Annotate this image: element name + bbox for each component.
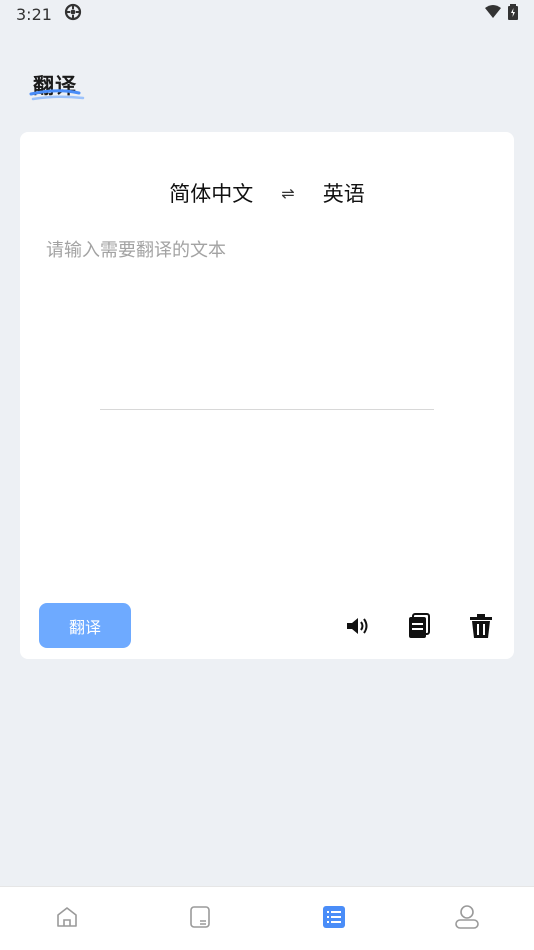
document-icon — [188, 905, 212, 933]
list-icon — [322, 905, 346, 933]
status-time: 3:21 — [16, 4, 52, 24]
bottom-tab-bar — [0, 886, 534, 950]
tab-document[interactable] — [170, 894, 230, 944]
tab-profile[interactable] — [437, 894, 497, 944]
settings-gear-icon — [64, 3, 82, 25]
tab-home[interactable] — [37, 894, 97, 944]
title-underline-decoration — [29, 89, 85, 101]
home-icon — [55, 905, 79, 933]
language-selector-row: 简体中文 ⇌ 英语 — [20, 176, 514, 210]
trash-icon[interactable] — [467, 612, 495, 640]
copy-icon[interactable] — [405, 612, 433, 640]
status-right — [484, 4, 518, 24]
translation-card: 简体中文 ⇌ 英语 翻译 — [20, 132, 514, 659]
translate-button[interactable]: 翻译 — [39, 603, 131, 648]
status-left: 3:21 — [16, 3, 82, 25]
source-language-selector[interactable]: 简体中文 — [169, 178, 253, 208]
speaker-icon[interactable] — [344, 612, 372, 640]
status-bar: 3:21 — [0, 0, 534, 28]
wifi-icon — [484, 4, 502, 24]
tab-list[interactable] — [304, 894, 364, 944]
battery-icon — [508, 4, 518, 24]
profile-icon — [454, 904, 480, 934]
source-text-input[interactable] — [46, 236, 486, 406]
swap-languages-icon[interactable]: ⇌ — [281, 184, 294, 203]
target-language-selector[interactable]: 英语 — [323, 178, 365, 208]
input-divider — [100, 409, 434, 410]
